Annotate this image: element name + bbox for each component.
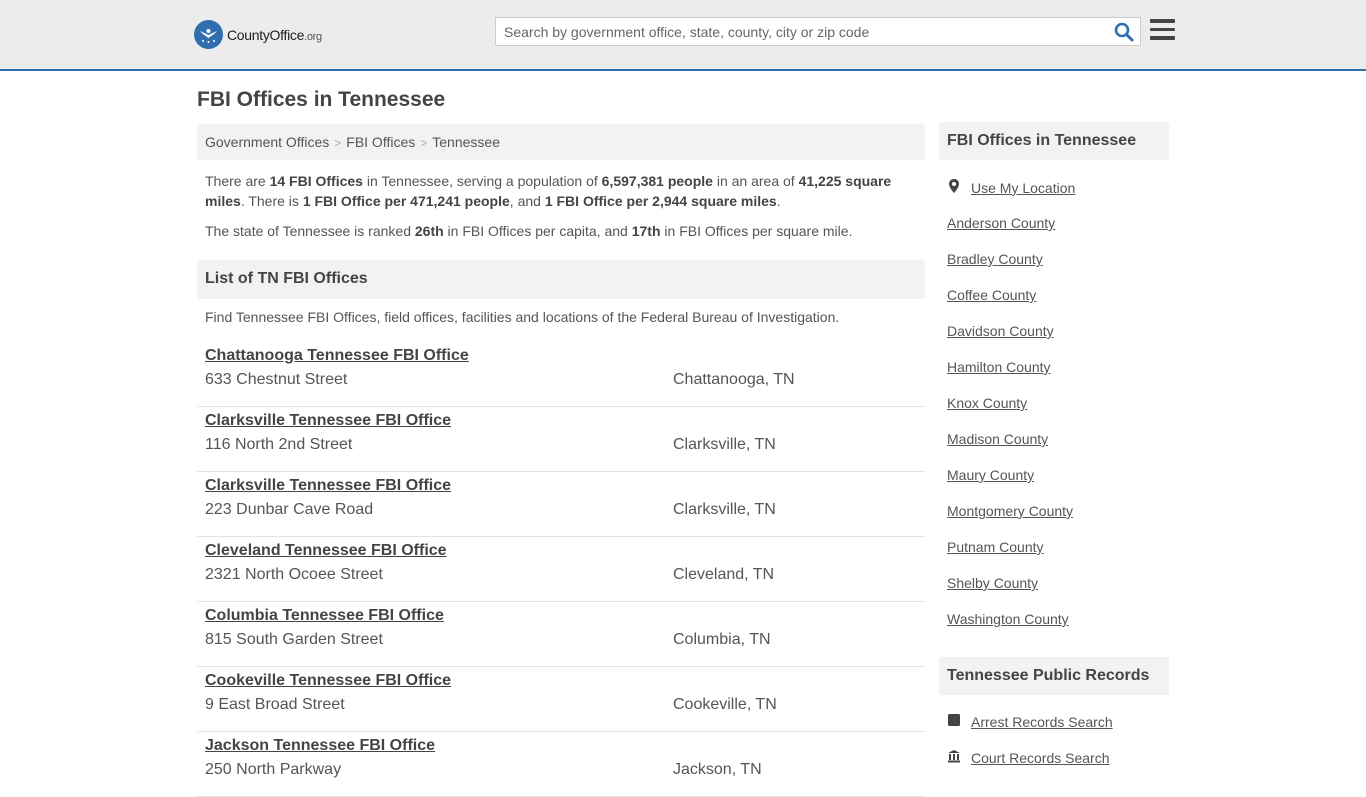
capita-rank: 26th	[414, 223, 444, 239]
sidebar-item-county[interactable]: Maury County	[947, 466, 1169, 502]
office-name-link[interactable]: Clarksville Tennessee FBI Office	[205, 477, 451, 495]
breadcrumb: Government Offices > FBI Offices > Tennessee	[197, 124, 925, 160]
office-name-link[interactable]: Columbia Tennessee FBI Office	[205, 607, 444, 625]
breadcrumb-separator-icon: >	[420, 136, 428, 150]
records-heading: Tennessee Public Records	[939, 657, 1169, 695]
breadcrumb-fbi-offices[interactable]: FBI Offices	[346, 134, 415, 150]
sidebar-item-county[interactable]: Hamilton County	[947, 358, 1169, 394]
sidebar-heading: FBI Offices in Tennessee	[939, 122, 1169, 160]
office-address: 250 North Parkway	[205, 761, 342, 778]
courthouse-icon	[947, 749, 961, 766]
sidebar-item-county[interactable]: Madison County	[947, 430, 1169, 466]
list-item: Cleveland Tennessee FBI Office 2321 Nort…	[197, 537, 925, 602]
list-item: Clarksville Tennessee FBI Office 223 Dun…	[197, 472, 925, 537]
ranking-paragraph: The state of Tennessee is ranked 26th in…	[205, 223, 853, 239]
office-name-link[interactable]: Clarksville Tennessee FBI Office	[205, 412, 451, 430]
intro-paragraph: There are 14 FBI Offices in Tennessee, s…	[205, 173, 892, 209]
sidebar-item-county[interactable]: Montgomery County	[947, 502, 1169, 538]
sidebar-item-county[interactable]: Coffee County	[947, 286, 1169, 322]
office-address: 815 South Garden Street	[205, 631, 383, 648]
office-city: Clarksville, TN	[673, 501, 776, 518]
sidebar-item-county[interactable]: Knox County	[947, 394, 1169, 430]
sidebar-item-county[interactable]: Putnam County	[947, 538, 1169, 574]
sidebar-item-county[interactable]: Bradley County	[947, 250, 1169, 286]
office-list: Chattanooga Tennessee FBI Office 633 Che…	[197, 342, 925, 797]
search-bar	[495, 17, 1141, 46]
logo-eagle-icon	[194, 20, 223, 49]
per-area: 1 FBI Office per 2,944 square miles	[544, 193, 777, 209]
county-list: Anderson County Bradley County Coffee Co…	[947, 214, 1169, 646]
office-name-link[interactable]: Cleveland Tennessee FBI Office	[205, 542, 447, 560]
court-records-link[interactable]: Court Records Search	[971, 750, 1110, 766]
map-pin-icon	[947, 178, 961, 197]
sidebar-item-county[interactable]: Shelby County	[947, 574, 1169, 610]
office-count: 14 FBI Offices	[269, 173, 363, 189]
list-item: Chattanooga Tennessee FBI Office 633 Che…	[197, 342, 925, 407]
records-item: Court Records Search	[947, 749, 1110, 766]
breadcrumb-government-offices[interactable]: Government Offices	[205, 134, 329, 150]
office-city: Cookeville, TN	[673, 696, 777, 713]
list-item: Jackson Tennessee FBI Office 250 North P…	[197, 732, 925, 797]
area-rank: 17th	[631, 223, 661, 239]
per-people: 1 FBI Office per 471,241 people	[302, 193, 510, 209]
search-input[interactable]	[496, 18, 1096, 45]
arrest-record-icon	[947, 713, 961, 730]
office-address: 9 East Broad Street	[205, 696, 345, 713]
population: 6,597,381 people	[601, 173, 713, 189]
list-item: Columbia Tennessee FBI Office 815 South …	[197, 602, 925, 667]
list-heading: List of TN FBI Offices	[197, 260, 925, 299]
office-city: Chattanooga, TN	[673, 371, 795, 388]
logo-name: CountyOffice	[227, 26, 305, 43]
site-logo[interactable]: CountyOffice.org	[194, 20, 322, 49]
list-item: Clarksville Tennessee FBI Office 116 Nor…	[197, 407, 925, 472]
use-location: Use My Location	[947, 178, 1075, 197]
list-description: Find Tennessee FBI Offices, field office…	[205, 309, 840, 325]
list-item: Cookeville Tennessee FBI Office 9 East B…	[197, 667, 925, 732]
office-city: Columbia, TN	[673, 631, 771, 648]
office-name-link[interactable]: Cookeville Tennessee FBI Office	[205, 672, 451, 690]
sidebar-item-county[interactable]: Davidson County	[947, 322, 1169, 358]
office-name-link[interactable]: Jackson Tennessee FBI Office	[205, 737, 435, 755]
office-city: Cleveland, TN	[673, 566, 775, 583]
office-name-link[interactable]: Chattanooga Tennessee FBI Office	[205, 347, 469, 365]
breadcrumb-separator-icon: >	[334, 136, 342, 150]
office-address: 116 North 2nd Street	[205, 436, 353, 453]
hamburger-menu-icon[interactable]	[1150, 19, 1175, 41]
logo-tld: .org	[304, 30, 322, 43]
use-my-location-link[interactable]: Use My Location	[971, 180, 1075, 196]
office-city: Clarksville, TN	[673, 436, 776, 453]
office-address: 2321 North Ocoee Street	[205, 566, 383, 583]
office-address: 633 Chestnut Street	[205, 371, 348, 388]
top-header: CountyOffice.org	[0, 0, 1366, 71]
records-item: Arrest Records Search	[947, 713, 1113, 730]
search-icon[interactable]	[1114, 22, 1134, 42]
page-title: FBI Offices in Tennessee	[197, 88, 446, 111]
arrest-records-link[interactable]: Arrest Records Search	[971, 714, 1113, 730]
office-city: Jackson, TN	[673, 761, 762, 778]
sidebar-item-county[interactable]: Washington County	[947, 610, 1169, 646]
sidebar-item-county[interactable]: Anderson County	[947, 214, 1169, 250]
office-address: 223 Dunbar Cave Road	[205, 501, 374, 518]
breadcrumb-current: Tennessee	[432, 134, 500, 150]
